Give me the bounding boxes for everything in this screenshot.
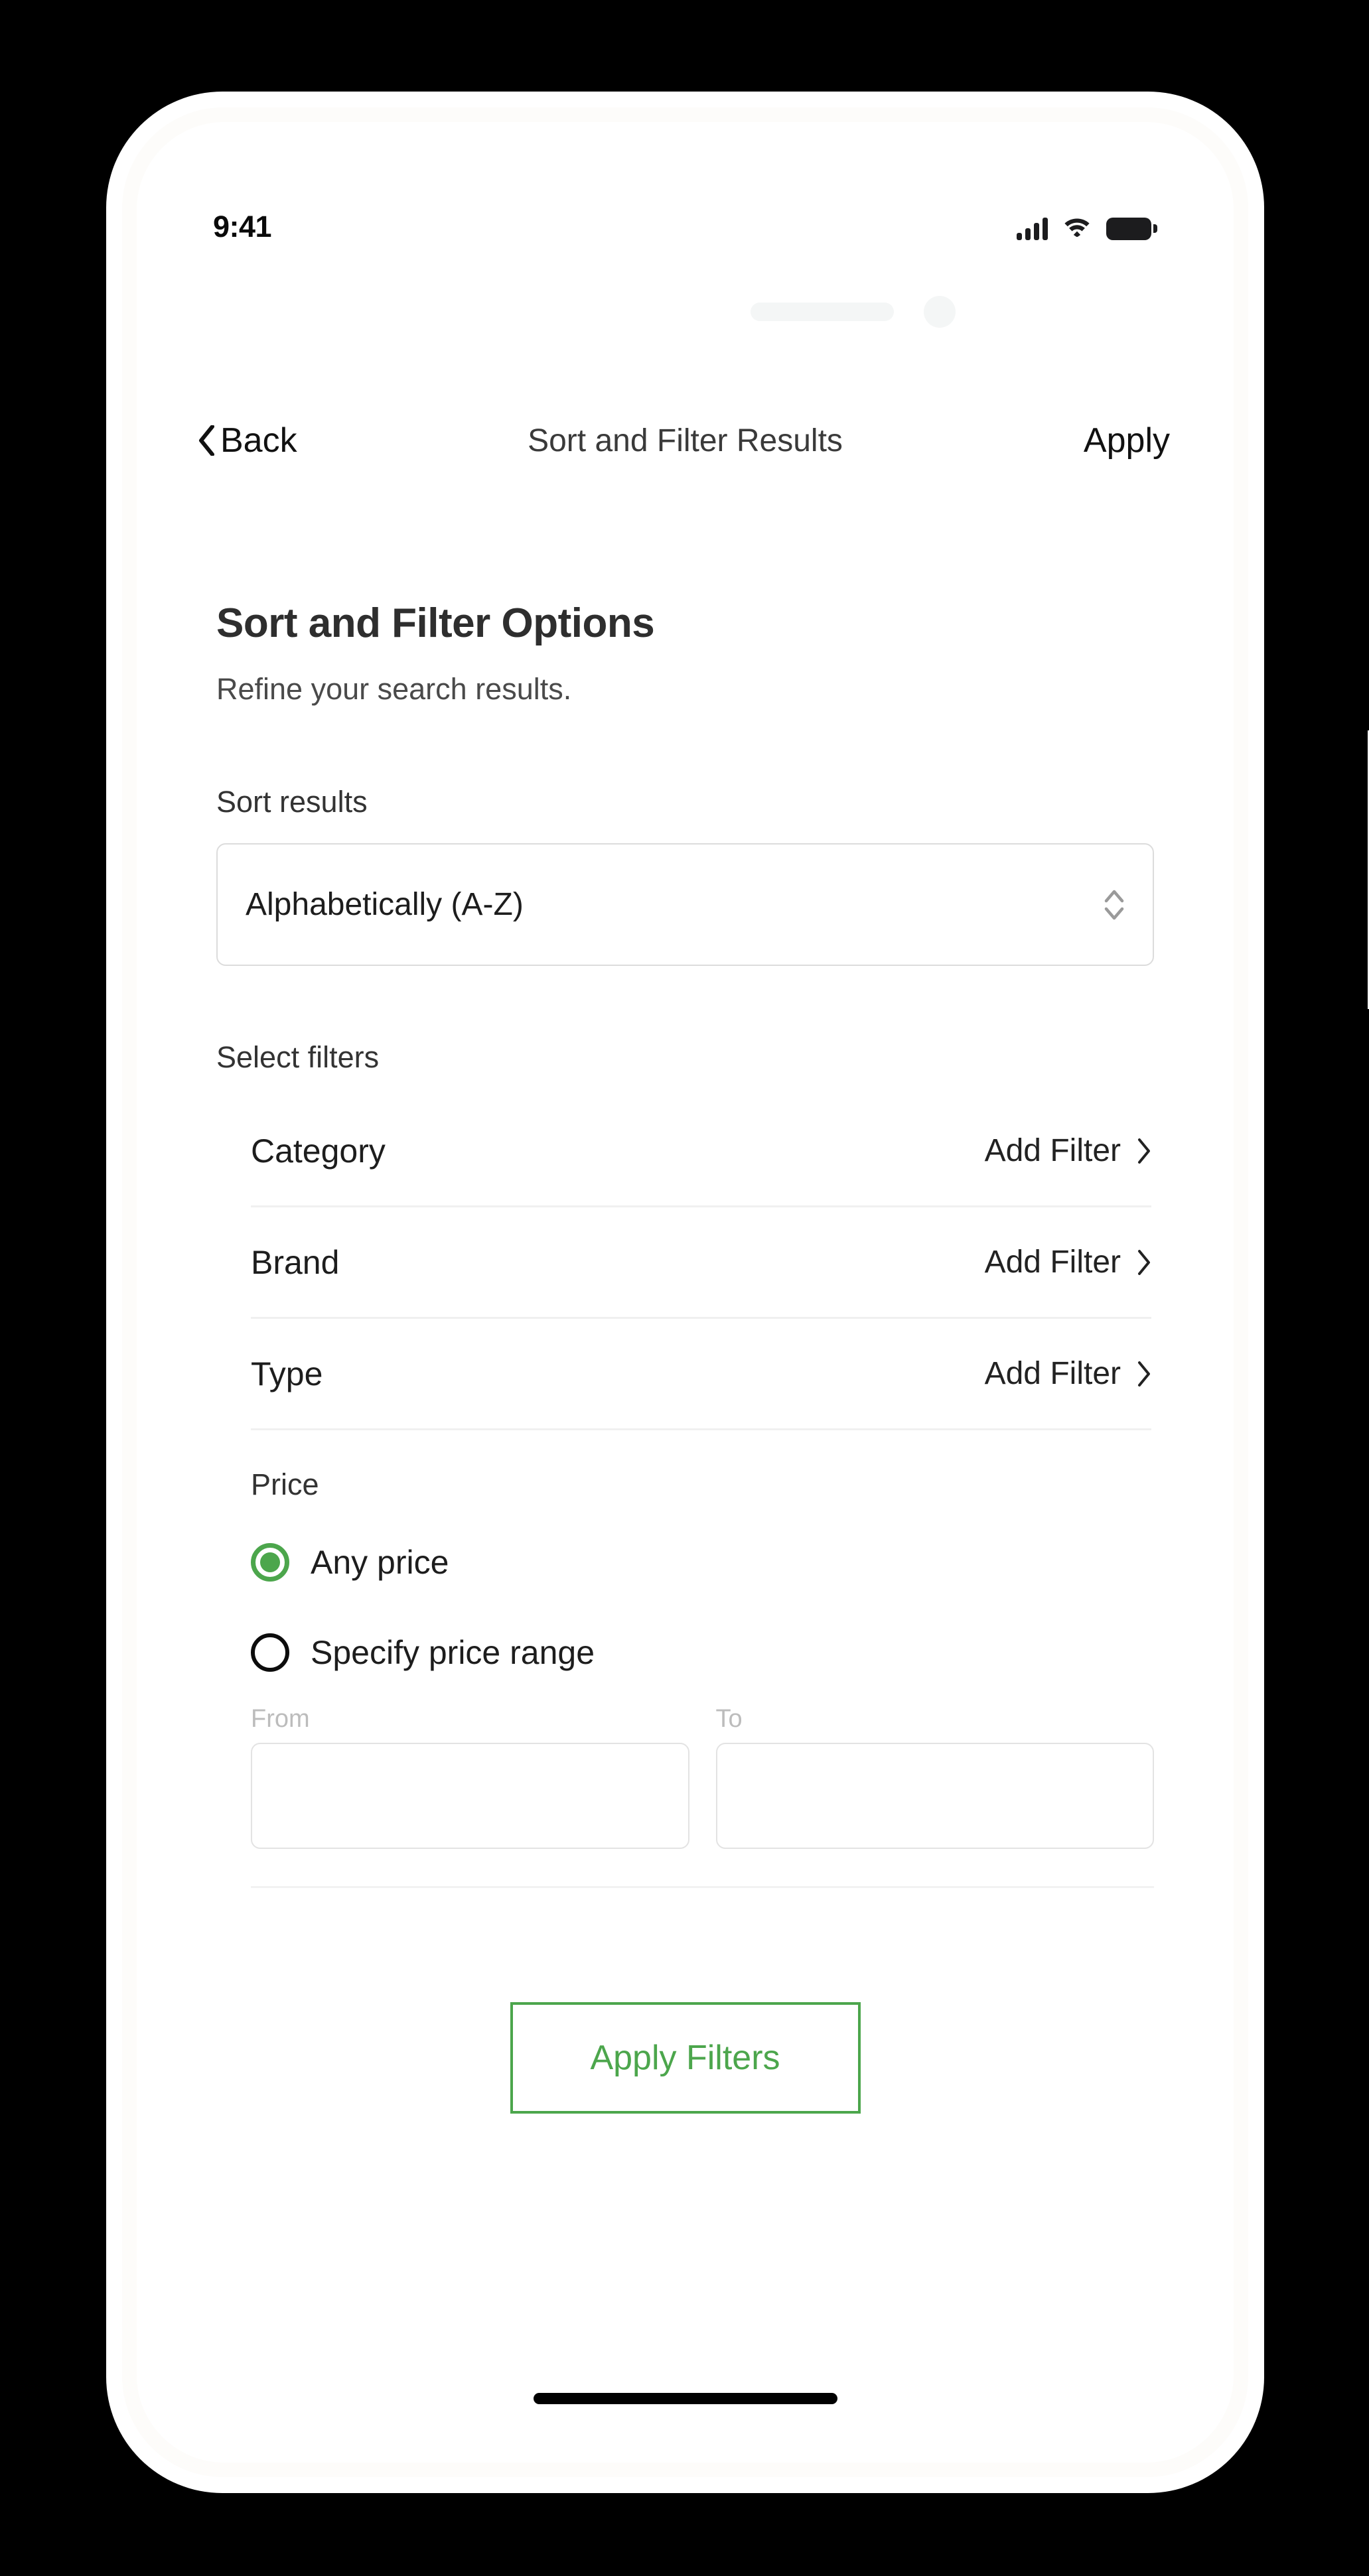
filter-row-action-group: Add Filter bbox=[985, 1132, 1151, 1169]
back-button[interactable]: Back bbox=[198, 421, 297, 460]
chevron-right-icon bbox=[1138, 1249, 1150, 1275]
apply-button[interactable]: Apply bbox=[1084, 421, 1170, 460]
phone-bezel: 9:41 Back Sort and Filter Results Apply … bbox=[122, 107, 1248, 2477]
chevron-right-icon bbox=[1138, 1361, 1150, 1387]
filter-row-action-label: Add Filter bbox=[984, 1133, 1121, 1168]
chevron-right-icon bbox=[1138, 1138, 1150, 1164]
home-indicator[interactable] bbox=[533, 2393, 837, 2404]
price-section-label: Price bbox=[251, 1467, 319, 1501]
chevron-up-down-icon bbox=[1104, 890, 1124, 919]
select-filters-label: Select filters bbox=[216, 1040, 380, 1074]
price-from-field: From bbox=[251, 1705, 689, 1849]
phone-frame: 9:41 Back Sort and Filter Results Apply … bbox=[106, 92, 1369, 2493]
page-subheading: Refine your search results. bbox=[216, 672, 572, 706]
sort-results-select[interactable]: Alphabetically (A-Z) bbox=[216, 843, 1154, 966]
page-title: Sort and Filter Results bbox=[528, 423, 843, 458]
price-to-label: To bbox=[715, 1705, 743, 1733]
sort-results-selected-value: Alphabetically (A-Z) bbox=[246, 887, 524, 922]
price-from-label: From bbox=[251, 1705, 310, 1733]
cellular-signal-icon bbox=[1017, 217, 1048, 240]
price-to-input[interactable] bbox=[715, 1743, 1154, 1849]
radio-option-any-price[interactable]: Any price bbox=[251, 1543, 1154, 1582]
status-bar-time: 9:41 bbox=[213, 210, 272, 243]
front-camera-icon bbox=[924, 296, 956, 328]
radio-option-label: Any price bbox=[311, 1544, 449, 1581]
filter-row-action-group: Add Filter bbox=[985, 1355, 1151, 1392]
phone-screen: 9:41 Back Sort and Filter Results Apply … bbox=[137, 122, 1234, 2463]
radio-option-label: Specify price range bbox=[311, 1634, 595, 1671]
sort-results-label: Sort results bbox=[216, 785, 368, 819]
status-bar-icons bbox=[1017, 214, 1157, 240]
apply-filters-container: Apply Filters bbox=[216, 2002, 1154, 2114]
filter-row-brand[interactable]: Brand Add Filter bbox=[251, 1207, 1151, 1319]
back-button-label: Back bbox=[220, 421, 297, 460]
main-content: Sort and Filter Options Refine your sear… bbox=[137, 494, 1234, 2463]
battery-icon bbox=[1106, 217, 1157, 240]
price-from-input[interactable] bbox=[251, 1743, 689, 1849]
chevron-left-icon bbox=[199, 425, 214, 456]
status-bar: 9:41 bbox=[137, 200, 1234, 253]
filter-row-label: Type bbox=[251, 1355, 323, 1392]
speaker-grille-icon bbox=[751, 303, 894, 321]
filter-row-category[interactable]: Category Add Filter bbox=[251, 1096, 1151, 1207]
filter-row-action-label: Add Filter bbox=[984, 1245, 1121, 1280]
radio-checked-icon bbox=[251, 1543, 289, 1582]
filter-row-action-group: Add Filter bbox=[985, 1244, 1151, 1280]
price-section-divider bbox=[251, 1886, 1154, 1888]
filter-row-label: Brand bbox=[251, 1243, 340, 1281]
price-range-fields: From To bbox=[251, 1705, 1154, 1849]
page-heading: Sort and Filter Options bbox=[216, 600, 655, 646]
filter-row-action-label: Add Filter bbox=[984, 1356, 1121, 1391]
navigation-bar: Back Sort and Filter Results Apply bbox=[137, 401, 1234, 480]
filter-row-type[interactable]: Type Add Filter bbox=[251, 1319, 1151, 1430]
radio-option-specify-price-range[interactable]: Specify price range bbox=[251, 1633, 1154, 1672]
wifi-icon bbox=[1062, 214, 1092, 240]
apply-filters-button[interactable]: Apply Filters bbox=[510, 2002, 861, 2114]
radio-unchecked-icon bbox=[251, 1633, 289, 1672]
filter-row-label: Category bbox=[251, 1132, 386, 1170]
filter-list: Category Add Filter Brand Add Filter Typ… bbox=[216, 1096, 1154, 1430]
price-to-field: To bbox=[715, 1705, 1154, 1849]
